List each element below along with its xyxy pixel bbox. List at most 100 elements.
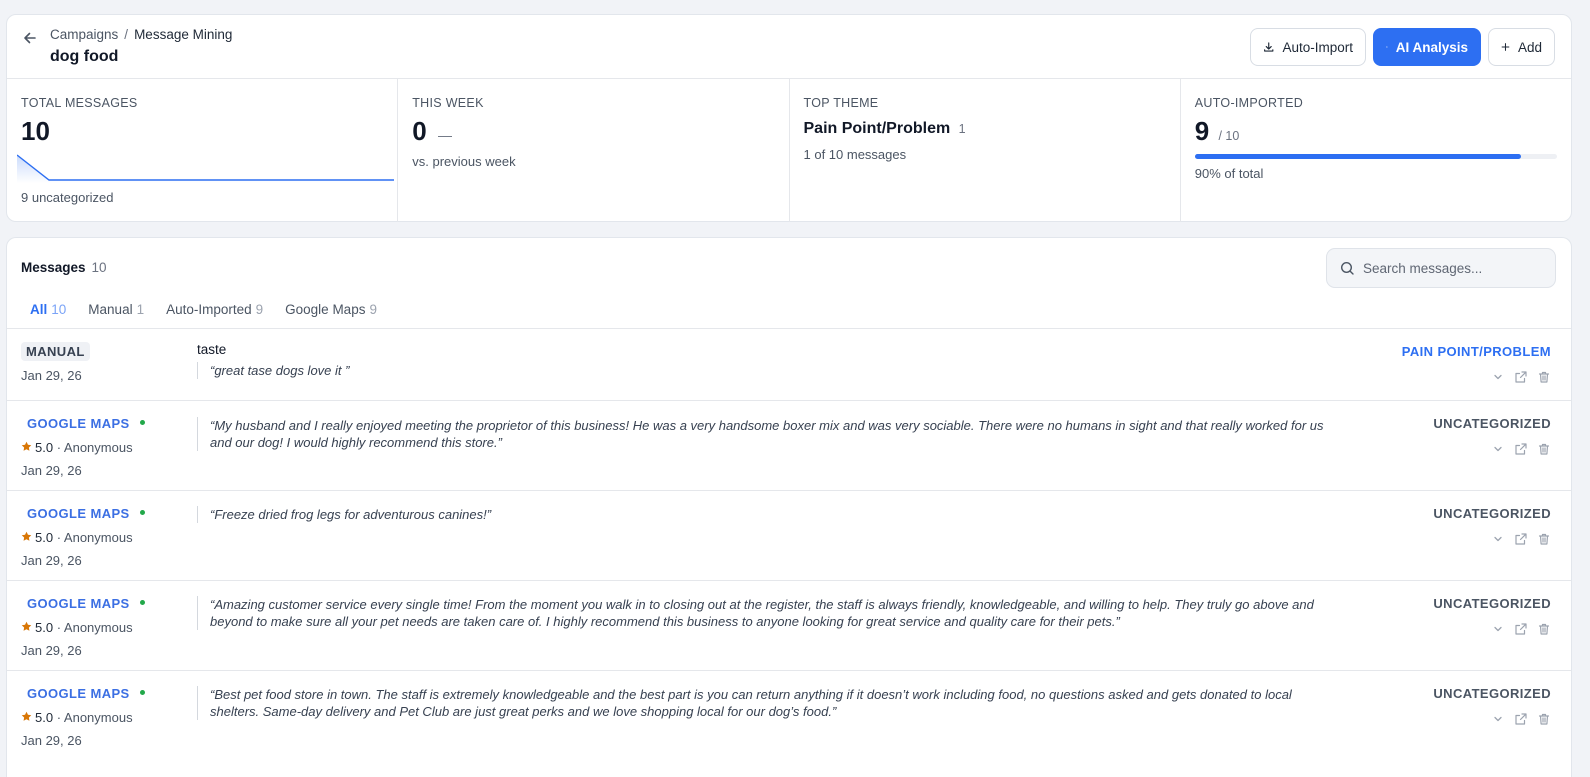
author: · Anonymous: [56, 530, 133, 545]
source-badge: GOOGLE MAPS: [27, 596, 145, 611]
tab-manual[interactable]: Manual 1: [88, 302, 144, 317]
sparkline-chart: [17, 154, 394, 183]
star-icon: [21, 531, 32, 541]
download-icon: [1264, 42, 1274, 52]
chevron-down-icon[interactable]: [1491, 532, 1505, 546]
message-date: Jan 29, 26: [21, 553, 82, 568]
tab-all[interactable]: All 10: [30, 302, 66, 317]
row-actions: [1491, 370, 1551, 384]
rating: 5.0 · Anonymous: [21, 440, 133, 455]
star-icon: [21, 441, 32, 451]
status-dot: [139, 690, 145, 696]
table-row[interactable]: GOOGLE MAPS 5.0 · Anonymous Jan 29, 26 “…: [7, 490, 1571, 580]
rating: 5.0 · Anonymous: [21, 710, 133, 725]
message-title: taste: [197, 342, 227, 357]
stats-row: TOTAL MESSAGES 10 9 uncategorized THIS W…: [7, 79, 1571, 222]
stat-label: THIS WEEK: [412, 96, 484, 110]
category-label[interactable]: UNCATEGORIZED: [1433, 416, 1551, 431]
table-row[interactable]: MANUAL Jan 29, 26 taste “great tase dogs…: [7, 328, 1571, 400]
stat-auto-imported: AUTO-IMPORTED 9 / 10 90% of total: [1181, 79, 1571, 222]
chevron-down-icon[interactable]: [1491, 370, 1505, 384]
source-badge: MANUAL: [21, 342, 90, 361]
stat-value: 0 —: [412, 116, 452, 147]
message-quote: “Amazing customer service every single t…: [197, 596, 1332, 630]
plus-icon: [1501, 43, 1510, 51]
search-box[interactable]: [1326, 248, 1556, 288]
messages-count: 10: [91, 260, 107, 275]
status-dot: [139, 510, 145, 516]
search-icon: [1340, 261, 1354, 275]
tab-count: 9: [255, 302, 264, 317]
stat-this-week: THIS WEEK 0 — vs. previous week: [398, 79, 790, 222]
message-quote: “Best pet food store in town. The staff …: [197, 686, 1332, 720]
table-row[interactable]: GOOGLE MAPS 5.0 · Anonymous Jan 29, 26 “…: [7, 580, 1571, 670]
stat-sub: 1 of 10 messages: [803, 147, 907, 162]
tab-auto-imported[interactable]: Auto-Imported 9: [166, 302, 263, 317]
messages-heading: Messages 10: [21, 260, 107, 275]
trash-icon[interactable]: [1537, 370, 1551, 384]
stat-value: 10: [21, 116, 50, 146]
top-theme-count: 1: [958, 122, 966, 136]
external-link-icon[interactable]: [1514, 532, 1528, 546]
row-actions: [1491, 532, 1551, 546]
auto-import-label: Auto-Import: [1282, 39, 1353, 55]
source-label: GOOGLE MAPS: [27, 416, 130, 431]
stat-top-theme: TOP THEME Pain Point/Problem 1 1 of 10 m…: [790, 79, 1181, 222]
add-button[interactable]: Add: [1488, 28, 1555, 66]
source-badge: GOOGLE MAPS: [27, 416, 145, 431]
auto-import-button[interactable]: Auto-Import: [1250, 28, 1366, 66]
trash-icon[interactable]: [1537, 442, 1551, 456]
rating: 5.0 · Anonymous: [21, 530, 133, 545]
source-badge: GOOGLE MAPS: [27, 506, 145, 521]
source-label: GOOGLE MAPS: [27, 506, 130, 521]
external-link-icon[interactable]: [1514, 622, 1528, 636]
external-link-icon[interactable]: [1514, 442, 1528, 456]
chevron-down-icon[interactable]: [1491, 442, 1505, 456]
progress-bar: [1194, 154, 1557, 159]
brain-icon: [1386, 46, 1388, 48]
external-link-icon[interactable]: [1514, 370, 1528, 384]
category-label[interactable]: PAIN POINT/PROBLEM: [1402, 344, 1551, 359]
message-quote: “Freeze dried frog legs for adventurous …: [197, 506, 1332, 523]
source-badge: GOOGLE MAPS: [27, 686, 145, 701]
stat-sub: vs. previous week: [412, 154, 516, 169]
rating-value: 5.0: [35, 440, 54, 455]
stat-sub: 90% of total: [1194, 166, 1264, 181]
external-link-icon[interactable]: [1514, 712, 1528, 726]
arrow-left-icon[interactable]: [21, 29, 39, 47]
category-label[interactable]: UNCATEGORIZED: [1433, 596, 1551, 611]
category-label[interactable]: UNCATEGORIZED: [1433, 506, 1551, 521]
message-date: Jan 29, 26: [21, 368, 82, 383]
stat-value: 9 / 10: [1195, 116, 1240, 147]
ai-analysis-button[interactable]: AI Analysis: [1373, 28, 1481, 66]
trash-icon[interactable]: [1537, 712, 1551, 726]
breadcrumb: Campaigns / Message Mining: [50, 27, 232, 42]
trend-indicator: —: [437, 127, 452, 143]
search-input[interactable]: [1363, 249, 1549, 287]
table-row[interactable]: GOOGLE MAPS 5.0 · Anonymous Jan 29, 26 “…: [7, 400, 1571, 490]
table-row[interactable]: GOOGLE MAPS 5.0 · Anonymous Jan 29, 26 “…: [7, 670, 1571, 760]
messages-list: MANUAL Jan 29, 26 taste “great tase dogs…: [7, 328, 1571, 760]
tab-label: Auto-Imported: [166, 302, 252, 317]
chevron-down-icon[interactable]: [1491, 622, 1505, 636]
breadcrumb-campaigns[interactable]: Campaigns: [50, 27, 118, 42]
star-icon: [21, 711, 32, 721]
category-label[interactable]: UNCATEGORIZED: [1433, 686, 1551, 701]
message-date: Jan 29, 26: [21, 643, 82, 658]
progress-bar-fill: [1194, 154, 1521, 159]
filter-tabs: All 10 Manual 1 Auto-Imported 9 Google Maps…: [30, 302, 377, 317]
chevron-down-icon[interactable]: [1491, 712, 1505, 726]
auto-imported-of: / 10: [1218, 129, 1240, 143]
tab-label: Manual: [88, 302, 133, 317]
author: · Anonymous: [56, 710, 133, 725]
campaign-summary-card: Campaigns / Message Mining dog food Auto-I…: [6, 14, 1572, 222]
message-date: Jan 29, 26: [21, 733, 82, 748]
tab-google-maps[interactable]: Google Maps 9: [285, 302, 377, 317]
rating-value: 5.0: [35, 530, 54, 545]
row-actions: [1491, 622, 1551, 636]
rating: 5.0 · Anonymous: [21, 620, 133, 635]
stat-week-value: 0: [412, 116, 427, 146]
stat-label: TOTAL MESSAGES: [21, 96, 138, 110]
trash-icon[interactable]: [1537, 622, 1551, 636]
trash-icon[interactable]: [1537, 532, 1551, 546]
